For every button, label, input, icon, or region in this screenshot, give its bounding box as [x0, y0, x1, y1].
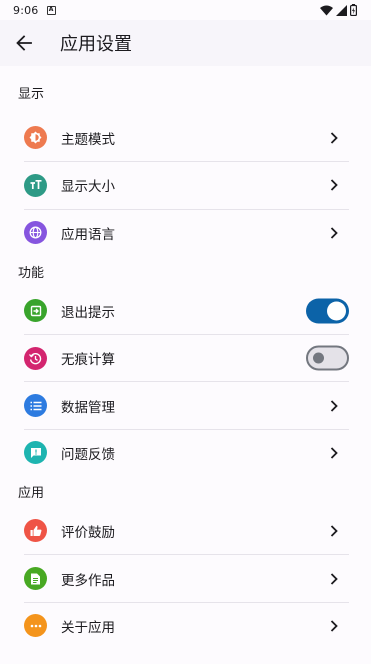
- history-icon: [24, 346, 47, 370]
- setting-label: 退出提示: [61, 304, 115, 321]
- setting-label: 问题反馈: [61, 446, 115, 463]
- battery-icon: [350, 4, 357, 16]
- chevron-right-icon: [330, 399, 338, 412]
- setting-theme-mode[interactable]: 主题模式: [24, 114, 349, 161]
- signal-icon: [336, 4, 347, 16]
- setting-label: 无痕计算: [61, 352, 115, 369]
- page-title: 应用设置: [60, 34, 132, 55]
- setting-label: 主题模式: [61, 131, 115, 148]
- chevron-right-icon: [330, 132, 338, 144]
- section-title-display: 显示: [18, 87, 45, 102]
- chevron-right-icon: [330, 525, 338, 537]
- setting-rate-app[interactable]: 评价鼓励: [24, 507, 349, 554]
- setting-more-apps[interactable]: 更多作品: [24, 554, 349, 601]
- text-size-icon: [24, 173, 47, 197]
- setting-label: 显示大小: [61, 179, 115, 196]
- exit-icon: [24, 299, 47, 323]
- setting-label: 应用语言: [61, 226, 115, 243]
- thumb-up-icon: [24, 519, 47, 543]
- setting-label: 关于应用: [61, 619, 115, 636]
- toggle-knob: [327, 301, 346, 321]
- chevron-right-icon: [330, 447, 338, 459]
- chevron-right-icon: [330, 572, 338, 585]
- setting-display-size[interactable]: 显示大小: [24, 161, 349, 208]
- globe-icon: [24, 221, 47, 245]
- arrow-left-icon: [16, 35, 32, 51]
- more-icon: [24, 614, 47, 638]
- section-features: 退出提示 无痕计算 数据管理 问题反馈: [24, 287, 349, 476]
- back-button[interactable]: [0, 20, 48, 66]
- setting-incognito-calc[interactable]: 无痕计算: [24, 334, 349, 381]
- chevron-right-icon: [330, 179, 338, 192]
- status-icons: [320, 4, 357, 16]
- setting-feedback[interactable]: 问题反馈: [24, 428, 349, 476]
- section-title-app: 应用: [18, 486, 45, 502]
- status-time: 9:06: [13, 3, 39, 17]
- section-title-features: 功能: [18, 265, 45, 281]
- feedback-icon: [24, 441, 47, 465]
- setting-exit-prompt[interactable]: 退出提示: [24, 287, 349, 334]
- status-bar: 9:06 A: [0, 0, 371, 20]
- setting-label: 评价鼓励: [61, 524, 115, 541]
- app-bar: 应用设置: [0, 20, 371, 66]
- section-display: 主题模式 显示大小 应用语言: [24, 114, 349, 256]
- chevron-right-icon: [330, 620, 338, 632]
- notification-icon: A: [46, 5, 56, 15]
- settings-list: 显示 主题模式 显示大小 应用语言 功能 退出提示 无痕计算 数据管理 问题反馈…: [0, 66, 371, 649]
- theme-icon: [24, 126, 47, 150]
- document-icon: [24, 567, 47, 591]
- incognito-calc-toggle[interactable]: [306, 345, 349, 371]
- setting-label: 数据管理: [61, 399, 115, 416]
- wifi-icon: [320, 5, 333, 15]
- section-app: 评价鼓励 更多作品 关于应用: [24, 507, 349, 649]
- setting-about-app[interactable]: 关于应用: [24, 601, 349, 649]
- chevron-right-icon: [330, 227, 338, 239]
- setting-app-language[interactable]: 应用语言: [24, 208, 349, 256]
- setting-label: 更多作品: [61, 572, 115, 589]
- list-icon: [24, 394, 47, 418]
- toggle-knob: [313, 352, 324, 364]
- setting-data-management[interactable]: 数据管理: [24, 381, 349, 428]
- exit-prompt-toggle[interactable]: [306, 298, 349, 324]
